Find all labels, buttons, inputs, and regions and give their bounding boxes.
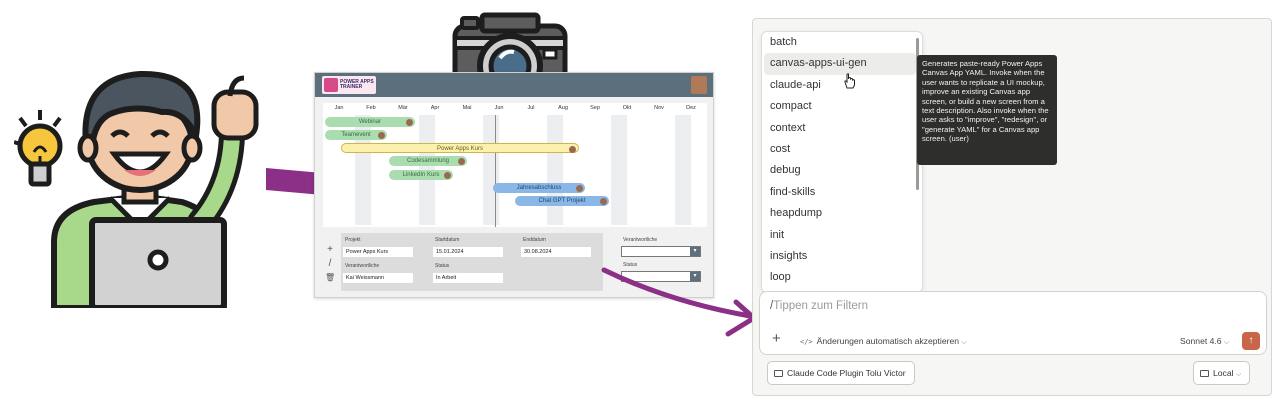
gantt-bar[interactable]: Jahresabschluss <box>493 183 585 193</box>
command-tooltip: Generates paste-ready Power Apps Canvas … <box>917 55 1057 165</box>
gantt-bar[interactable]: Webinar <box>325 117 415 127</box>
menu-item[interactable]: find-skills <box>762 182 922 203</box>
project-form: Projekt Power Apps Kurs Startdatum 15.01… <box>341 233 603 291</box>
claude-code-panel: batch canvas-apps-ui-gen claude-api comp… <box>752 18 1272 396</box>
verantwortliche-dropdown[interactable]: ▾ <box>621 246 701 257</box>
menu-item[interactable]: compact <box>762 96 922 117</box>
send-button[interactable]: ↑ <box>1242 332 1260 350</box>
lightbulb-icon <box>14 110 63 187</box>
menu-item[interactable]: batch <box>762 32 922 53</box>
month-label: Aug <box>558 105 568 111</box>
prompt-input[interactable]: /Tippen zum Filtern + </> Änderungen auto… <box>759 291 1267 355</box>
power-apps-trainer-logo: POWER APPS TRAINER <box>322 76 376 94</box>
status-field[interactable]: In Arbeit <box>433 273 503 283</box>
gantt-bar[interactable]: Power Apps Kurs <box>341 143 579 153</box>
form-toolbar: + / 🗑 <box>325 245 335 287</box>
start-date-field[interactable]: 15.01.2024 <box>433 247 503 257</box>
month-label: Apr <box>430 105 440 111</box>
gantt-bar[interactable]: Codesammlung <box>389 156 467 166</box>
month-stripe <box>547 115 563 225</box>
month-header: Jan Feb Mär Apr Mai Jun Jul Aug Sep Okt … <box>323 105 707 115</box>
month-label: Nov <box>654 105 664 111</box>
app-header: POWER APPS TRAINER <box>315 73 713 97</box>
add-attachment-button[interactable]: + <box>772 331 781 346</box>
chevron-down-icon: ⌵ <box>1223 339 1230 346</box>
status-label: Status <box>435 263 450 269</box>
verantwortliche-label: Verantwortliche <box>345 263 380 269</box>
folder-icon <box>774 370 783 377</box>
month-label: Jan <box>334 105 344 111</box>
slash-command-menu: batch canvas-apps-ui-gen claude-api comp… <box>761 31 923 293</box>
month-label: Dez <box>686 105 696 111</box>
month-label: Jul <box>527 105 535 111</box>
today-line <box>495 115 496 227</box>
month-label: Sep <box>590 105 600 111</box>
chevron-down-icon: ⌵ <box>1235 371 1242 378</box>
gantt-bar[interactable]: Chat GPT Projekt <box>515 196 609 206</box>
hand-cursor-icon <box>844 73 855 89</box>
month-label: Mai <box>462 105 472 111</box>
edit-icon[interactable]: / <box>325 259 335 269</box>
verantwortliche-field[interactable]: Kai Weissmann <box>343 273 413 283</box>
menu-item[interactable]: cost <box>762 139 922 160</box>
filter-placeholder: /Tippen zum Filtern <box>770 300 869 312</box>
month-label: Jun <box>494 105 504 111</box>
end-date-field[interactable]: 30.08.2024 <box>521 247 591 257</box>
code-icon: </> <box>800 338 813 346</box>
avatar[interactable] <box>691 76 707 94</box>
gantt-bar[interactable]: LinkedIn Kurs <box>389 170 453 180</box>
monitor-icon <box>1200 370 1209 377</box>
menu-item[interactable]: insights <box>762 246 922 267</box>
start-label: Startdatum <box>435 237 460 243</box>
month-stripe <box>483 115 499 225</box>
month-stripe <box>675 115 691 225</box>
plugin-button[interactable]: Claude Code Plugin Tolu Victor <box>767 361 915 385</box>
chevron-down-icon: ⌵ <box>961 339 967 346</box>
filter-verantwortliche-label: Verantwortliche <box>623 237 658 243</box>
projekt-label: Projekt <box>345 237 361 243</box>
month-stripe <box>611 115 627 225</box>
developer-illustration <box>14 70 259 308</box>
month-label: Feb <box>366 105 376 111</box>
menu-item[interactable]: debug <box>762 160 922 181</box>
menu-item[interactable]: loop <box>762 267 922 288</box>
month-label: Okt <box>622 105 632 111</box>
menu-item[interactable]: claude-api <box>762 75 922 96</box>
end-label: Enddatum <box>523 237 546 243</box>
delete-icon[interactable]: 🗑 <box>325 273 335 283</box>
auto-accept-toggle[interactable]: </> Änderungen automatisch akzeptieren ⌵ <box>800 336 967 347</box>
gantt-chart: Jan Feb Mär Apr Mai Jun Jul Aug Sep Okt … <box>323 103 707 227</box>
chevron-down-icon: ▾ <box>690 247 700 256</box>
month-label: Mär <box>398 105 408 111</box>
model-selector[interactable]: Sonnet 4.6 ⌵ <box>1180 336 1229 347</box>
gantt-bar[interactable]: Teamevent <box>325 130 387 140</box>
menu-item[interactable]: heapdump <box>762 203 922 224</box>
menu-item-selected[interactable]: canvas-apps-ui-gen <box>764 53 916 75</box>
menu-item[interactable]: context <box>762 118 922 139</box>
menu-item[interactable]: init <box>762 225 922 246</box>
add-icon[interactable]: + <box>325 245 335 255</box>
curved-arrow-icon <box>601 267 757 337</box>
environment-selector[interactable]: Local ⌵ <box>1193 361 1251 385</box>
projekt-field[interactable]: Power Apps Kurs <box>343 247 413 257</box>
